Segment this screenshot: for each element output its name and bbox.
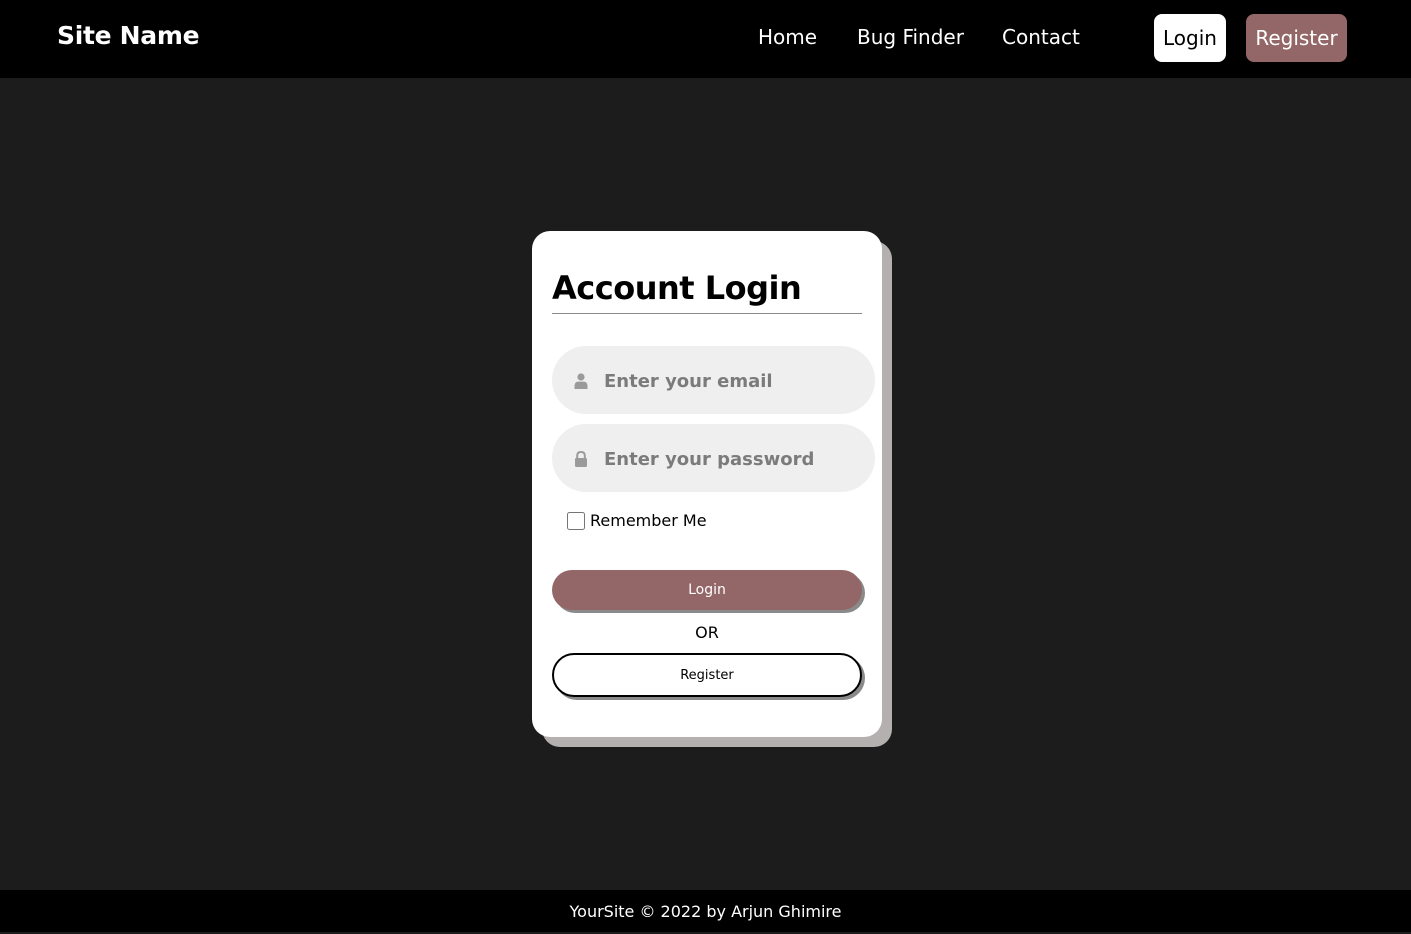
password-input[interactable] bbox=[604, 424, 864, 492]
or-separator: OR bbox=[695, 623, 719, 642]
top-navbar: Site Name Home Bug Finder Contact Login … bbox=[0, 0, 1411, 78]
remember-me-checkbox[interactable] bbox=[567, 511, 585, 530]
nav-login-button[interactable]: Login bbox=[1154, 14, 1226, 62]
register-button[interactable]: Register bbox=[552, 653, 862, 697]
login-button[interactable]: Login bbox=[552, 570, 862, 610]
nav-link-home[interactable]: Home bbox=[758, 25, 817, 49]
email-input[interactable] bbox=[604, 346, 864, 414]
lock-icon bbox=[574, 450, 588, 467]
footer: YourSite © 2022 by Arjun Ghimire bbox=[0, 890, 1411, 932]
footer-text: YourSite © 2022 by Arjun Ghimire bbox=[569, 902, 842, 921]
site-name-logo[interactable]: Site Name bbox=[57, 21, 200, 50]
nav-register-button[interactable]: Register bbox=[1246, 14, 1347, 62]
title-divider bbox=[552, 313, 862, 314]
login-card: Account Login Remember Me Login OR Regis… bbox=[532, 231, 882, 737]
remember-me-label: Remember Me bbox=[590, 511, 707, 530]
card-title: Account Login bbox=[552, 269, 802, 307]
remember-me-row[interactable]: Remember Me bbox=[567, 511, 707, 530]
nav-link-contact[interactable]: Contact bbox=[1002, 25, 1080, 49]
nav-link-bug-finder[interactable]: Bug Finder bbox=[857, 25, 964, 49]
user-icon bbox=[574, 373, 588, 389]
email-field-container bbox=[552, 346, 875, 414]
password-field-container bbox=[552, 424, 875, 492]
